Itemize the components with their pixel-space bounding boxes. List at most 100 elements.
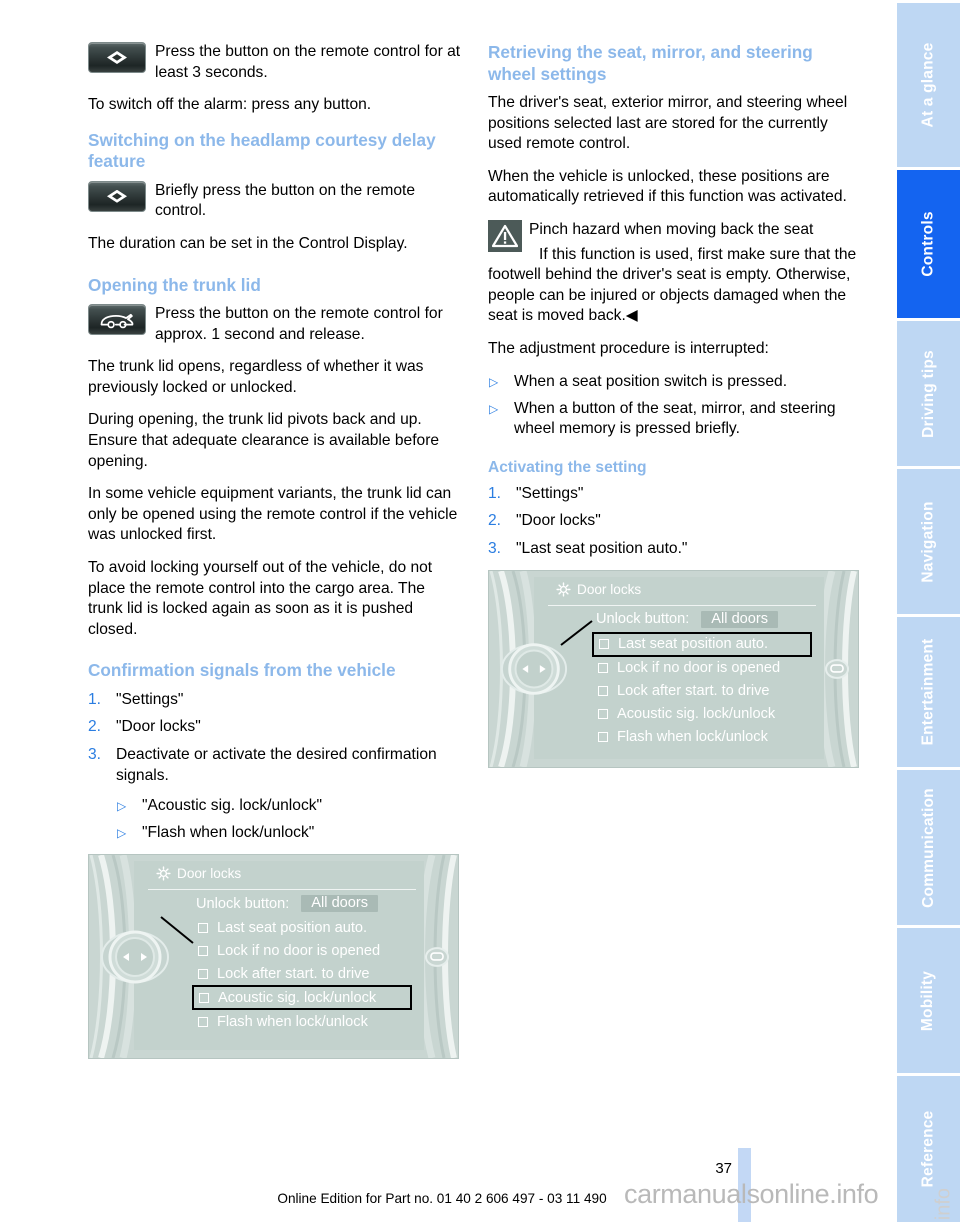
remote-lock-button-icon <box>88 180 146 212</box>
display-title-row: Door locks <box>156 866 241 881</box>
remote-lock-button-icon <box>88 42 146 73</box>
menu-item-lock-after-start[interactable]: Lock after start. to drive <box>196 962 416 985</box>
list-item: ▷ "Acoustic sig. lock/unlock" <box>116 796 463 817</box>
checkbox-icon[interactable] <box>198 945 208 956</box>
checkbox-icon[interactable] <box>199 992 209 1003</box>
gear-icon <box>156 866 171 881</box>
menu-item-last-seat-position[interactable]: Last seat position auto. <box>592 631 812 657</box>
list-item: ▷ "Flash when lock/unlock" <box>116 823 463 844</box>
interrupt-intro: The adjustment procedure is interrupted: <box>488 339 769 357</box>
remote-trunk-button-icon <box>88 304 146 336</box>
trunk-paragraph-1: The trunk lid opens, regardless of wheth… <box>88 358 424 396</box>
sidebar-item-navigation[interactable]: Navigation <box>897 469 960 614</box>
menu-item-label: Acoustic sig. lock/unlock <box>218 989 377 1006</box>
headlamp-duration-text: The duration can be set in the Control D… <box>88 234 408 252</box>
tab-label: At a glance <box>919 42 937 128</box>
menu-item-last-seat-position[interactable]: Last seat position auto. <box>196 916 416 939</box>
menu-item-label: Lock after start. to drive <box>617 683 770 699</box>
menu-item-label: Last seat position auto. <box>217 919 368 936</box>
step-text: "Settings" <box>516 484 584 502</box>
menu-item-acoustic-signal[interactable]: Acoustic sig. lock/unlock <box>596 703 816 726</box>
menu-item-lock-if-no-door-opened[interactable]: Lock if no door is opened <box>196 939 416 962</box>
interrupt-item-text: When a seat position switch is pressed. <box>514 372 788 390</box>
sidebar-item-communication[interactable]: Communication <box>897 770 960 925</box>
confirmation-steps-list: 1. "Settings" 2. "Door locks" 3. Deactiv… <box>88 690 463 786</box>
step-number: 2. <box>488 512 502 530</box>
gear-icon <box>556 581 571 597</box>
step-number: 3. <box>488 539 502 557</box>
display-title: Door locks <box>177 866 242 882</box>
checkbox-icon[interactable] <box>198 1016 208 1027</box>
control-display-figure-activating: Door locks Unlock button: All doors Last… <box>488 569 859 768</box>
left-column: Press the button on the remote control f… <box>88 42 463 1060</box>
checkbox-icon[interactable] <box>198 922 208 933</box>
menu-item-flash-when-lock[interactable]: Flash when lock/unlock <box>196 1010 416 1033</box>
step-number: 1. <box>488 484 502 502</box>
section-tab-rail: At a glance Controls Driving tips Naviga… <box>897 0 960 1222</box>
menu-item-label: Lock if no door is opened <box>217 942 381 959</box>
tab-label: Controls <box>919 211 937 277</box>
warning-block: Pinch hazard when moving back the seat I… <box>488 219 863 327</box>
trunk-paragraph-4: To avoid locking yourself out of the veh… <box>88 559 433 638</box>
car-trunk-open-icon <box>100 313 134 329</box>
menu-item-label: Flash when lock/unlock <box>617 729 768 745</box>
checkbox-icon[interactable] <box>598 686 608 696</box>
step-text: "Last seat position auto." <box>516 539 688 557</box>
sidebar-item-controls[interactable]: Controls <box>897 170 960 318</box>
menu-item-label: Lock if no door is opened <box>617 660 781 676</box>
headlamp-instruction-text: Briefly press the button on the remote c… <box>155 181 416 220</box>
unlock-button-label: Unlock button: <box>196 895 290 912</box>
checkbox-icon[interactable] <box>598 709 608 719</box>
step-number: 3. <box>88 746 102 764</box>
watermark-rotated: carmanualsonline.info <box>933 1188 956 1222</box>
heading-activating-setting: Activating the setting <box>488 458 647 476</box>
step-text: Deactivate or activate the desired confi… <box>116 746 437 784</box>
list-item: 3. "Last seat position auto." <box>488 539 863 560</box>
heading-confirmation-signals: Confirmation signals from the vehicle <box>88 660 396 681</box>
unlock-button-row[interactable]: Unlock button: All doors <box>196 895 416 913</box>
retrieving-paragraph-1: The driver's seat, exterior mirror, and … <box>488 94 848 153</box>
triangle-bullet-icon: ▷ <box>489 374 499 389</box>
checkbox-icon[interactable] <box>598 732 608 742</box>
list-item: ▷ When a seat position switch is pressed… <box>488 372 863 393</box>
manual-page: Press the button on the remote control f… <box>0 0 960 1222</box>
display-menu: Unlock button: All doors Last seat posit… <box>592 610 816 749</box>
trunk-instruction-row: Press the button on the remote control f… <box>88 304 463 345</box>
checkbox-icon[interactable] <box>598 663 608 673</box>
sidebar-item-entertainment[interactable]: Entertainment <box>897 617 960 767</box>
list-item: 1. "Settings" <box>488 484 863 505</box>
list-item: 1. "Settings" <box>88 690 463 711</box>
display-divider <box>148 889 416 891</box>
menu-item-label: Acoustic sig. lock/unlock <box>617 706 776 722</box>
menu-item-lock-if-no-door-opened[interactable]: Lock if no door is opened <box>596 657 816 680</box>
idrive-controller-knob[interactable] <box>499 634 569 704</box>
alarm-off-text: To switch off the alarm: press any butto… <box>88 96 372 114</box>
display-title-row: Door locks <box>556 582 641 597</box>
menu-item-flash-when-lock[interactable]: Flash when lock/unlock <box>596 726 816 749</box>
menu-item-label: Last seat position auto. <box>618 636 769 652</box>
display-divider <box>548 604 816 606</box>
step-text: "Door locks" <box>116 718 201 736</box>
unlock-button-value[interactable]: All doors <box>701 610 779 628</box>
list-item: 2. "Door locks" <box>488 511 863 532</box>
right-column: Retrieving the seat, mirror, and steerin… <box>488 42 863 768</box>
alarm-instruction-row: Press the button on the remote control f… <box>88 42 463 83</box>
interrupt-list: ▷ When a seat position switch is pressed… <box>488 372 863 440</box>
step-number: 1. <box>88 690 102 708</box>
idrive-controller-knob[interactable] <box>99 921 171 993</box>
menu-item-lock-after-start[interactable]: Lock after start. to drive <box>596 680 816 703</box>
checkbox-icon[interactable] <box>198 968 208 979</box>
checkbox-icon[interactable] <box>599 639 609 649</box>
activating-steps-list: 1. "Settings" 2. "Door locks" 3. "Last s… <box>488 484 863 560</box>
tab-label: Communication <box>919 787 937 908</box>
menu-item-acoustic-signal[interactable]: Acoustic sig. lock/unlock <box>192 985 412 1011</box>
footer-text: Online Edition for Part no. 01 40 2 606 … <box>277 1191 607 1206</box>
unlock-button-value[interactable]: All doors <box>301 895 379 913</box>
sidebar-item-mobility[interactable]: Mobility <box>897 928 960 1073</box>
sidebar-item-driving-tips[interactable]: Driving tips <box>897 321 960 466</box>
warning-title: Pinch hazard when moving back the seat <box>529 220 814 238</box>
heading-retrieving-settings: Retrieving the seat, mirror, and steerin… <box>488 42 813 84</box>
tab-label: Entertainment <box>919 638 937 746</box>
sidebar-item-at-a-glance[interactable]: At a glance <box>897 3 960 167</box>
unlock-button-row[interactable]: Unlock button: All doors <box>596 610 816 628</box>
